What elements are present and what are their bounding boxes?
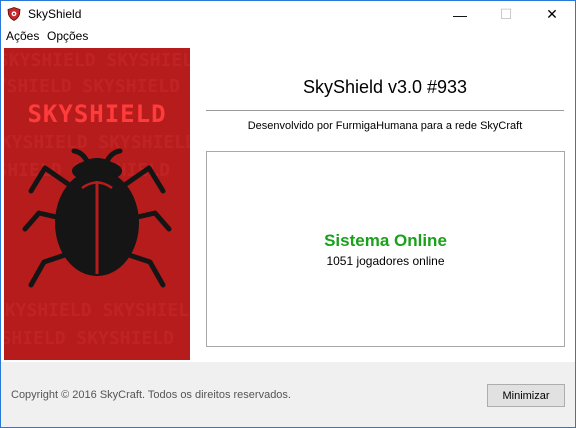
divider (206, 110, 564, 111)
banner-watermark: SKYSHIELD SKYSHIELD (4, 132, 190, 153)
banner-artwork: SKYSHIELD SKYSHIELD SKYSHIELD SKYSHIELD … (4, 50, 190, 349)
info-panel: SkyShield v3.0 #933 Desenvolvido por Fur… (195, 46, 575, 362)
footer: Copyright © 2016 SkyCraft. Todos os dire… (1, 362, 575, 427)
banner-watermark: SKYSHIELD SKYSHIELD (4, 76, 180, 97)
app-window: SkyShield — ☐ ✕ Ações Opções SKYSHIELD S… (0, 0, 576, 428)
menu-opcoes[interactable]: Opções (47, 29, 88, 43)
minimize-icon: — (453, 6, 467, 23)
skyshield-banner: SKYSHIELD SKYSHIELD SKYSHIELD SKYSHIELD … (4, 48, 190, 360)
close-window-button[interactable]: ✕ (529, 1, 575, 28)
banner-watermark: SKYSHIELD SKYSHIELD (4, 50, 190, 71)
main-content: SKYSHIELD SKYSHIELD SKYSHIELD SKYSHIELD … (1, 46, 575, 362)
banner-title: SKYSHIELD (27, 100, 167, 128)
maximize-icon: ☐ (499, 6, 513, 22)
players-online: 1051 jogadores online (326, 254, 445, 268)
menu-acoes[interactable]: Ações (6, 29, 39, 43)
banner-watermark: SKYSHIELD SKYSHIELD (4, 300, 190, 321)
developer-credits: Desenvolvido por FurmigaHumana para a re… (247, 120, 523, 132)
menu-bar: Ações Opções (1, 28, 575, 46)
minimize-window-button[interactable]: — (437, 1, 483, 28)
title-bar[interactable]: SkyShield — ☐ ✕ (1, 1, 575, 28)
app-version-title: SkyShield v3.0 #933 (302, 77, 468, 97)
close-icon: ✕ (546, 6, 558, 22)
maximize-window-button[interactable]: ☐ (483, 1, 529, 28)
banner-watermark: SKYSHIELD SKYSHIELD (4, 328, 174, 349)
minimize-button[interactable]: Minimizar (487, 384, 565, 407)
copyright-text: Copyright © 2016 SkyCraft. Todos os dire… (11, 389, 291, 401)
shield-icon (7, 7, 21, 21)
bug-icon (22, 148, 172, 288)
status-box: Sistema Online 1051 jogadores online (206, 151, 565, 347)
status-title: Sistema Online (324, 231, 447, 250)
window-title: SkyShield (28, 7, 82, 21)
